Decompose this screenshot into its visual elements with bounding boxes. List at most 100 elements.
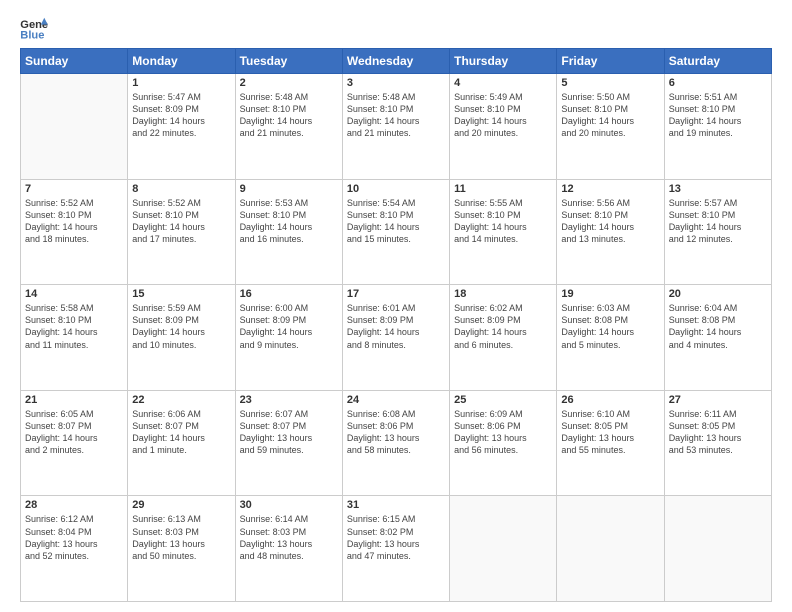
calendar-cell: 5 Sunrise: 5:50 AMSunset: 8:10 PMDaylight…: [557, 74, 664, 180]
day-number: 5: [561, 77, 659, 89]
week-row-3: 14Sunrise: 5:58 AMSunset: 8:10 PMDayligh…: [21, 285, 772, 391]
calendar-cell: 24 Sunrise: 6:08 AMSunset: 8:06 PMDayligh…: [342, 390, 449, 496]
calendar-cell: 22 Sunrise: 6:06 AMSunset: 8:07 PMDayligh…: [128, 390, 235, 496]
day-number: 30: [240, 499, 338, 511]
day-info: Sunrise: 6:14 AMSunset: 8:03 PMDaylight:…: [240, 513, 338, 562]
calendar-cell: 18Sunrise: 6:02 AMSunset: 8:09 PMDayligh…: [450, 285, 557, 391]
day-info: Sunrise: 5:50 AMSunset: 8:10 PMDaylight:…: [561, 91, 659, 140]
day-info: Sunrise: 6:15 AMSunset: 8:02 PMDaylight:…: [347, 513, 445, 562]
week-row-1: 1Sunrise: 5:47 AMSunset: 8:09 PMDaylight…: [21, 74, 772, 180]
calendar-cell: 4 Sunrise: 5:49 AMSunset: 8:10 PMDaylight…: [450, 74, 557, 180]
day-info: Sunrise: 6:11 AMSunset: 8:05 PMDaylight:…: [669, 408, 767, 457]
day-info: Sunrise: 5:49 AMSunset: 8:10 PMDaylight:…: [454, 91, 552, 140]
day-number: 13: [669, 183, 767, 195]
day-info: Sunrise: 6:07 AMSunset: 8:07 PMDaylight:…: [240, 408, 338, 457]
header: General Blue: [20, 16, 772, 40]
week-row-4: 21 Sunrise: 6:05 AMSunset: 8:07 PMDayligh…: [21, 390, 772, 496]
calendar-cell: 28Sunrise: 6:12 AMSunset: 8:04 PMDayligh…: [21, 496, 128, 602]
calendar-cell: 19 Sunrise: 6:03 AMSunset: 8:08 PMDayligh…: [557, 285, 664, 391]
calendar-cell: 23 Sunrise: 6:07 AMSunset: 8:07 PMDayligh…: [235, 390, 342, 496]
calendar-cell: 7 Sunrise: 5:52 AMSunset: 8:10 PMDaylight…: [21, 179, 128, 285]
calendar-cell: 13 Sunrise: 5:57 AMSunset: 8:10 PMDayligh…: [664, 179, 771, 285]
day-info: Sunrise: 5:54 AMSunset: 8:10 PMDaylight:…: [347, 197, 445, 246]
day-number: 12: [561, 183, 659, 195]
day-number: 15: [132, 288, 230, 300]
day-info: Sunrise: 6:00 AMSunset: 8:09 PMDaylight:…: [240, 302, 338, 351]
calendar-cell: [557, 496, 664, 602]
calendar-cell: 16Sunrise: 6:00 AMSunset: 8:09 PMDayligh…: [235, 285, 342, 391]
day-info: Sunrise: 6:03 AMSunset: 8:08 PMDaylight:…: [561, 302, 659, 351]
calendar-cell: 20 Sunrise: 6:04 AMSunset: 8:08 PMDayligh…: [664, 285, 771, 391]
calendar-table: SundayMondayTuesdayWednesdayThursdayFrid…: [20, 48, 772, 602]
day-number: 3: [347, 77, 445, 89]
calendar-cell: 11Sunrise: 5:55 AMSunset: 8:10 PMDayligh…: [450, 179, 557, 285]
calendar-cell: [664, 496, 771, 602]
day-info: Sunrise: 5:55 AMSunset: 8:10 PMDaylight:…: [454, 197, 552, 246]
calendar-cell: 10Sunrise: 5:54 AMSunset: 8:10 PMDayligh…: [342, 179, 449, 285]
day-number: 6: [669, 77, 767, 89]
day-info: Sunrise: 5:52 AMSunset: 8:10 PMDaylight:…: [132, 197, 230, 246]
day-info: Sunrise: 6:08 AMSunset: 8:06 PMDaylight:…: [347, 408, 445, 457]
logo-icon: General Blue: [20, 16, 48, 40]
calendar-cell: 27 Sunrise: 6:11 AMSunset: 8:05 PMDayligh…: [664, 390, 771, 496]
calendar-cell: 17 Sunrise: 6:01 AMSunset: 8:09 PMDayligh…: [342, 285, 449, 391]
calendar-cell: 26 Sunrise: 6:10 AMSunset: 8:05 PMDayligh…: [557, 390, 664, 496]
day-info: Sunrise: 5:56 AMSunset: 8:10 PMDaylight:…: [561, 197, 659, 246]
day-number: 24: [347, 394, 445, 406]
day-number: 4: [454, 77, 552, 89]
day-info: Sunrise: 5:57 AMSunset: 8:10 PMDaylight:…: [669, 197, 767, 246]
day-number: 20: [669, 288, 767, 300]
day-number: 2: [240, 77, 338, 89]
day-info: Sunrise: 5:53 AMSunset: 8:10 PMDaylight:…: [240, 197, 338, 246]
calendar-cell: 30 Sunrise: 6:14 AMSunset: 8:03 PMDayligh…: [235, 496, 342, 602]
calendar-cell: 12 Sunrise: 5:56 AMSunset: 8:10 PMDayligh…: [557, 179, 664, 285]
day-info: Sunrise: 6:05 AMSunset: 8:07 PMDaylight:…: [25, 408, 123, 457]
day-info: Sunrise: 6:06 AMSunset: 8:07 PMDaylight:…: [132, 408, 230, 457]
calendar-cell: 9 Sunrise: 5:53 AMSunset: 8:10 PMDaylight…: [235, 179, 342, 285]
calendar-cell: 8 Sunrise: 5:52 AMSunset: 8:10 PMDaylight…: [128, 179, 235, 285]
week-row-5: 28Sunrise: 6:12 AMSunset: 8:04 PMDayligh…: [21, 496, 772, 602]
calendar-cell: 14Sunrise: 5:58 AMSunset: 8:10 PMDayligh…: [21, 285, 128, 391]
svg-text:Blue: Blue: [20, 29, 44, 40]
day-info: Sunrise: 5:52 AMSunset: 8:10 PMDaylight:…: [25, 197, 123, 246]
calendar-cell: [450, 496, 557, 602]
calendar-cell: 25Sunrise: 6:09 AMSunset: 8:06 PMDayligh…: [450, 390, 557, 496]
day-info: Sunrise: 5:59 AMSunset: 8:09 PMDaylight:…: [132, 302, 230, 351]
weekday-header-sunday: Sunday: [21, 49, 128, 74]
page: General Blue SundayMondayTuesdayWednesda…: [0, 0, 792, 612]
day-number: 29: [132, 499, 230, 511]
calendar-cell: 2 Sunrise: 5:48 AMSunset: 8:10 PMDaylight…: [235, 74, 342, 180]
day-info: Sunrise: 6:04 AMSunset: 8:08 PMDaylight:…: [669, 302, 767, 351]
calendar-cell: [21, 74, 128, 180]
logo: General Blue: [20, 16, 52, 40]
day-info: Sunrise: 6:01 AMSunset: 8:09 PMDaylight:…: [347, 302, 445, 351]
day-number: 18: [454, 288, 552, 300]
weekday-header-thursday: Thursday: [450, 49, 557, 74]
day-number: 23: [240, 394, 338, 406]
day-number: 21: [25, 394, 123, 406]
day-info: Sunrise: 5:47 AMSunset: 8:09 PMDaylight:…: [132, 91, 230, 140]
day-number: 19: [561, 288, 659, 300]
weekday-header-monday: Monday: [128, 49, 235, 74]
day-number: 31: [347, 499, 445, 511]
day-number: 25: [454, 394, 552, 406]
calendar-cell: 6Sunrise: 5:51 AMSunset: 8:10 PMDaylight…: [664, 74, 771, 180]
day-number: 26: [561, 394, 659, 406]
day-number: 7: [25, 183, 123, 195]
calendar-cell: 31 Sunrise: 6:15 AMSunset: 8:02 PMDayligh…: [342, 496, 449, 602]
calendar-cell: 29 Sunrise: 6:13 AMSunset: 8:03 PMDayligh…: [128, 496, 235, 602]
day-number: 27: [669, 394, 767, 406]
day-number: 17: [347, 288, 445, 300]
calendar-cell: 1Sunrise: 5:47 AMSunset: 8:09 PMDaylight…: [128, 74, 235, 180]
day-info: Sunrise: 5:48 AMSunset: 8:10 PMDaylight:…: [240, 91, 338, 140]
calendar-cell: 21 Sunrise: 6:05 AMSunset: 8:07 PMDayligh…: [21, 390, 128, 496]
day-info: Sunrise: 6:10 AMSunset: 8:05 PMDaylight:…: [561, 408, 659, 457]
day-info: Sunrise: 6:12 AMSunset: 8:04 PMDaylight:…: [25, 513, 123, 562]
day-number: 8: [132, 183, 230, 195]
day-number: 22: [132, 394, 230, 406]
day-number: 9: [240, 183, 338, 195]
weekday-header-tuesday: Tuesday: [235, 49, 342, 74]
weekday-header-row: SundayMondayTuesdayWednesdayThursdayFrid…: [21, 49, 772, 74]
weekday-header-saturday: Saturday: [664, 49, 771, 74]
day-info: Sunrise: 6:13 AMSunset: 8:03 PMDaylight:…: [132, 513, 230, 562]
